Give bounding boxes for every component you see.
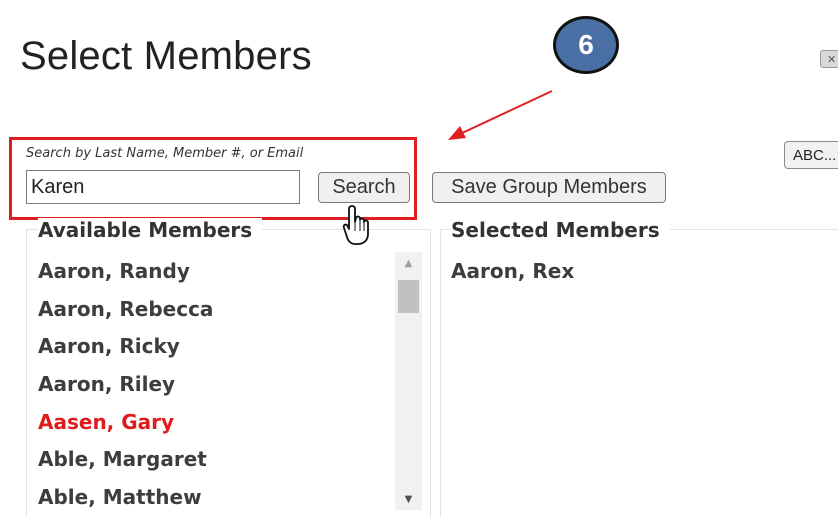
red-arrow-icon (448, 90, 553, 140)
search-hint-label: Search by Last Name, Member #, or Email (26, 146, 304, 161)
select-members-dialog: Select Members 6 ✕ ABC... Search by Last… (0, 0, 838, 517)
scroll-thumb[interactable] (398, 280, 419, 313)
list-item[interactable]: Aasen, Gary (38, 405, 213, 443)
list-item[interactable]: Aaron, Ricky (38, 329, 213, 367)
list-item[interactable]: Aaron, Randy (38, 254, 213, 292)
available-members-heading: Available Members (38, 218, 263, 242)
hand-pointer-icon (342, 205, 369, 245)
list-item[interactable]: Able, Matthew (38, 480, 213, 517)
alphabet-filter-button[interactable]: ABC... (784, 141, 838, 169)
available-members-list: Aaron, Randy Aaron, Rebecca Aaron, Ricky… (38, 254, 213, 517)
step-number-badge-icon: 6 (553, 16, 619, 74)
scroll-down-arrow-icon[interactable]: ▼ (395, 488, 422, 510)
list-item[interactable]: Able, Margaret (38, 442, 213, 480)
scroll-up-arrow-icon[interactable]: ▲ (395, 252, 422, 274)
list-item[interactable]: Aaron, Riley (38, 367, 213, 405)
search-button[interactable]: Search (318, 172, 410, 203)
available-members-scrollbar[interactable]: ▲ ▼ (395, 252, 422, 510)
search-input[interactable] (26, 170, 300, 204)
list-item[interactable]: Aaron, Rex (451, 254, 574, 292)
page-title: Select Members (20, 34, 312, 78)
close-button[interactable]: ✕ (820, 50, 838, 68)
selected-members-list: Aaron, Rex (451, 254, 574, 292)
list-item[interactable]: Aaron, Rebecca (38, 292, 213, 330)
selected-members-heading: Selected Members (451, 218, 670, 242)
save-group-members-button[interactable]: Save Group Members (432, 172, 666, 203)
